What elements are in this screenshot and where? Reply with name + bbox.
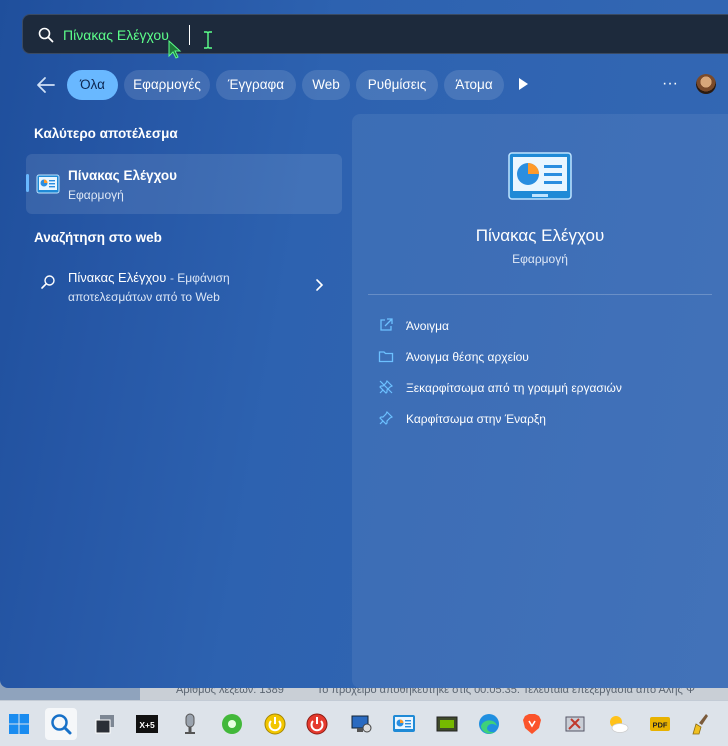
best-match-subtitle: Εφαρμογή	[68, 188, 124, 202]
action-unpin-taskbar[interactable]: Ξεκαρφίτσωμα από τη γραμμή εργασιών	[378, 378, 708, 398]
pin-icon	[379, 410, 394, 425]
task-view-icon	[95, 715, 114, 734]
web-result-line1: Πίνακας Ελέγχου - Εμφάνιση	[68, 270, 230, 285]
taskbar-red-power[interactable]	[301, 708, 333, 740]
start-button[interactable]	[3, 708, 35, 740]
play-more-filters-icon[interactable]	[516, 76, 530, 92]
cleaner-icon	[692, 714, 708, 735]
text-caret	[189, 25, 190, 45]
edge-icon	[479, 714, 499, 734]
taskbar-control-panel[interactable]	[388, 708, 420, 740]
web-result-line2: αποτελεσμάτων από το Web	[68, 290, 220, 304]
detail-panel: Πίνακας Ελέγχου Εφαρμογή Άνοιγμα Άνοιγμα…	[352, 114, 728, 688]
gpu-app-icon	[436, 716, 458, 732]
xplus5-label: X+5	[139, 720, 155, 730]
pdf-icon: PDF	[650, 717, 670, 731]
taskbar-brave[interactable]	[516, 708, 548, 740]
control-panel-icon	[36, 174, 60, 194]
back-arrow-icon[interactable]	[32, 72, 60, 98]
taskbar-gpu-app[interactable]	[431, 708, 463, 740]
taskbar-monitor-app[interactable]	[345, 708, 377, 740]
start-icon	[9, 714, 29, 734]
taskbar-microphone[interactable]	[174, 708, 206, 740]
search-icon	[38, 27, 54, 43]
best-match-title: Πίνακας Ελέγχου	[68, 168, 177, 183]
ibeam-cursor-icon	[204, 31, 212, 49]
action-label: Καρφίτσωμα στην Έναρξη	[406, 412, 546, 426]
tools-app-icon	[565, 716, 585, 732]
web-result-suffix: - Εμφάνιση	[169, 271, 230, 285]
search-box[interactable]: Πίνακας Ελέγχου	[22, 14, 728, 54]
filter-bar: Όλα Εφαρμογές Έγγραφα Web Ρυθμίσεις Άτομ…	[0, 68, 728, 102]
control-panel-icon	[508, 152, 572, 200]
best-match-heading: Καλύτερο αποτέλεσμα	[34, 126, 178, 141]
best-match-result[interactable]: Πίνακας Ελέγχου Εφαρμογή	[26, 154, 342, 214]
taskbar-green-app[interactable]	[216, 708, 248, 740]
action-open-file-location[interactable]: Άνοιγμα θέσης αρχείου	[378, 347, 708, 367]
filter-web[interactable]: Web	[302, 70, 350, 100]
web-search-heading: Αναζήτηση στο web	[34, 230, 162, 245]
control-panel-icon	[393, 715, 415, 732]
task-view-button[interactable]	[89, 708, 121, 740]
mouse-pointer-icon	[168, 40, 182, 59]
action-label: Ξεκαρφίτσωμα από τη γραμμή εργασιών	[406, 381, 622, 395]
filter-settings[interactable]: Ρυθμίσεις	[356, 70, 438, 100]
yellow-power-icon	[264, 713, 286, 735]
unpin-icon	[379, 379, 394, 394]
avatar[interactable]	[696, 74, 716, 94]
taskbar: X+5 PDF	[0, 700, 728, 746]
web-search-result[interactable]: Πίνακας Ελέγχου - Εμφάνιση αποτελεσμάτων…	[26, 264, 342, 310]
action-label: Άνοιγμα θέσης αρχείου	[406, 350, 529, 364]
xplus5-icon: X+5	[136, 715, 158, 733]
filter-all[interactable]: Όλα	[67, 70, 118, 100]
detail-app-name: Πίνακας Ελέγχου	[475, 226, 605, 245]
taskbar-edge[interactable]	[473, 708, 505, 740]
search-icon	[51, 714, 72, 735]
taskbar-weather[interactable]	[602, 708, 634, 740]
action-open[interactable]: Άνοιγμα	[378, 316, 708, 336]
action-label: Άνοιγμα	[406, 319, 449, 333]
green-app-icon	[222, 714, 242, 734]
folder-icon	[378, 351, 394, 363]
pdf-label: PDF	[653, 721, 668, 730]
action-pin-start[interactable]: Καρφίτσωμα στην Έναρξη	[378, 409, 708, 429]
brave-icon	[523, 714, 541, 734]
divider	[368, 294, 712, 295]
taskbar-tools-app[interactable]	[559, 708, 591, 740]
red-power-icon	[306, 713, 328, 735]
more-options-icon[interactable]: ···	[658, 74, 682, 94]
weather-icon	[610, 716, 629, 733]
search-icon	[41, 275, 55, 289]
filter-documents[interactable]: Έγγραφα	[216, 70, 296, 100]
monitor-app-icon	[351, 715, 372, 733]
chevron-right-icon[interactable]	[314, 278, 324, 292]
filter-people[interactable]: Άτομα	[444, 70, 504, 100]
taskbar-pdf[interactable]: PDF	[644, 708, 676, 740]
microphone-icon	[185, 713, 195, 734]
search-query-text[interactable]: Πίνακας Ελέγχου	[61, 25, 171, 45]
taskbar-yellow-power[interactable]	[259, 708, 291, 740]
taskbar-search-button[interactable]	[45, 708, 77, 740]
detail-app-kind: Εφαρμογή	[512, 252, 568, 266]
taskbar-cleaner[interactable]	[687, 708, 719, 740]
web-result-query: Πίνακας Ελέγχου	[68, 270, 167, 285]
search-flyout: Πίνακας Ελέγχου Όλα Εφαρμογές Έγγραφα We…	[0, 0, 728, 688]
selection-indicator	[26, 174, 29, 192]
taskbar-xplus5[interactable]: X+5	[131, 708, 163, 740]
open-external-icon	[380, 318, 393, 331]
filter-apps[interactable]: Εφαρμογές	[124, 70, 210, 100]
